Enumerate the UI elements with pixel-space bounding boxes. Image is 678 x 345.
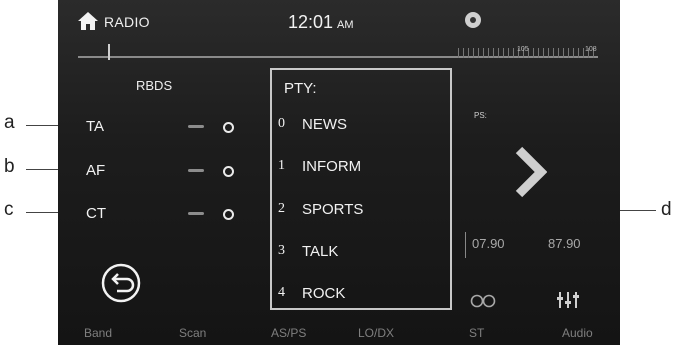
pty-item-number: 4 bbox=[278, 285, 285, 300]
frequency-left: 07.90 bbox=[472, 236, 505, 251]
option-af-indicator[interactable] bbox=[223, 166, 234, 177]
as-ps-button[interactable]: AS/PS bbox=[271, 326, 306, 340]
lo-dx-button[interactable]: LO/DX bbox=[358, 326, 394, 340]
disc-icon[interactable] bbox=[465, 12, 481, 28]
option-af[interactable]: AF bbox=[58, 162, 258, 182]
option-ct-label: CT bbox=[86, 205, 106, 222]
option-ta-label: TA bbox=[86, 118, 105, 135]
pty-item-talk[interactable]: 3 TALK bbox=[278, 243, 448, 263]
scale-mark-105: 105 bbox=[517, 46, 529, 53]
ps-label: PS: bbox=[474, 111, 487, 120]
option-af-label: AF bbox=[86, 162, 106, 179]
bottom-bar: Band Scan AS/PS LO/DX ST Audio bbox=[58, 320, 620, 345]
option-ta[interactable]: TA bbox=[58, 118, 258, 138]
pty-item-rock[interactable]: 4 ROCK bbox=[278, 285, 448, 305]
band-button[interactable]: Band bbox=[84, 326, 112, 340]
callout-c: c bbox=[4, 199, 14, 220]
pty-item-name: INFORM bbox=[302, 158, 362, 175]
pty-title: PTY: bbox=[284, 80, 317, 97]
callout-a: a bbox=[4, 112, 15, 133]
pty-item-name: NEWS bbox=[302, 116, 347, 133]
audio-button[interactable]: Audio bbox=[562, 326, 593, 340]
scale-mark-108: 108 bbox=[585, 46, 597, 53]
radio-screen: RADIO 12:01 AM 105 108 RBDS TA AF CT PTY:… bbox=[58, 0, 620, 345]
clock: 12:01 AM bbox=[288, 12, 354, 33]
clock-ampm: AM bbox=[337, 19, 354, 31]
pty-panel: PTY: 0 NEWS 1 INFORM 2 SPORTS 3 TALK 4 R… bbox=[270, 68, 452, 310]
option-ct[interactable]: CT bbox=[58, 205, 258, 225]
option-ct-indicator[interactable] bbox=[223, 209, 234, 220]
pty-item-number: 2 bbox=[278, 201, 285, 216]
clock-time: 12:01 bbox=[288, 12, 334, 32]
pty-item-number: 3 bbox=[278, 243, 285, 258]
frequency-needle[interactable] bbox=[108, 44, 110, 60]
option-ta-switch[interactable] bbox=[188, 125, 204, 128]
pty-item-sports[interactable]: 2 SPORTS bbox=[278, 201, 448, 221]
equalizer-icon[interactable] bbox=[556, 290, 580, 308]
pty-item-number: 0 bbox=[278, 116, 285, 131]
st-button[interactable]: ST bbox=[469, 326, 484, 340]
pty-item-number: 1 bbox=[278, 158, 285, 173]
pty-item-name: ROCK bbox=[302, 285, 346, 302]
option-ct-switch[interactable] bbox=[188, 212, 204, 215]
app-title: RADIO bbox=[104, 14, 150, 30]
pty-item-news[interactable]: 0 NEWS bbox=[278, 116, 448, 136]
scan-button[interactable]: Scan bbox=[179, 326, 206, 340]
pty-item-name: SPORTS bbox=[302, 201, 364, 218]
callout-b: b bbox=[4, 156, 15, 177]
frequency-right: 87.90 bbox=[548, 236, 581, 251]
callout-d: d bbox=[661, 199, 672, 220]
back-icon[interactable] bbox=[100, 262, 142, 304]
pty-item-inform[interactable]: 1 INFORM bbox=[278, 158, 448, 178]
home-icon[interactable] bbox=[78, 12, 98, 30]
pty-item-name: TALK bbox=[302, 243, 339, 260]
rbds-title: RBDS bbox=[136, 78, 173, 93]
option-ta-indicator[interactable] bbox=[223, 122, 234, 133]
stereo-icon bbox=[470, 294, 496, 308]
chevron-right-icon[interactable] bbox=[513, 146, 547, 198]
header: RADIO 12:01 AM bbox=[58, 0, 620, 40]
frequency-divider bbox=[465, 232, 466, 258]
option-af-switch[interactable] bbox=[188, 169, 204, 172]
